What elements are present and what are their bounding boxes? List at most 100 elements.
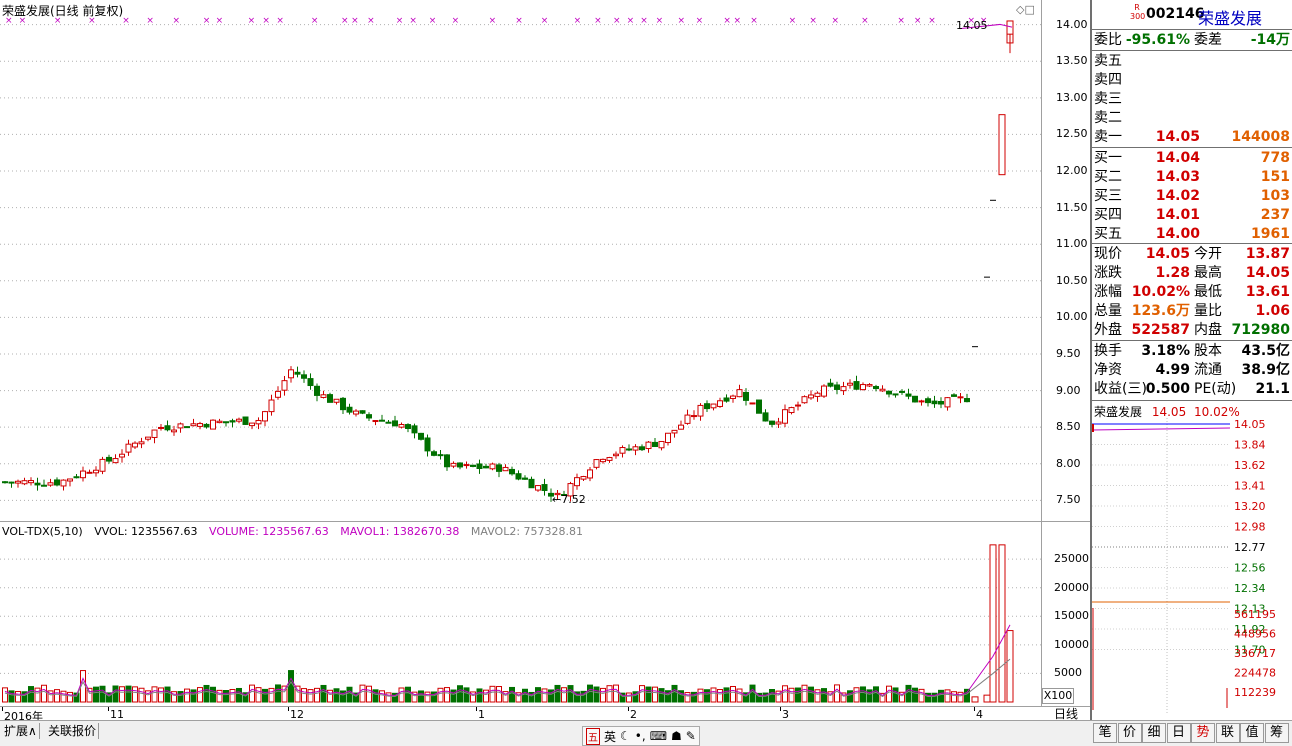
volume-bar bbox=[853, 687, 860, 703]
badge-bottom: 300 bbox=[1130, 12, 1146, 21]
volume-bar bbox=[67, 691, 73, 703]
candle bbox=[106, 456, 112, 462]
volume-bar bbox=[886, 685, 892, 703]
volume-bar bbox=[710, 687, 717, 703]
candle bbox=[665, 432, 671, 444]
candle bbox=[528, 478, 535, 489]
period-label[interactable]: 日线 bbox=[1042, 706, 1090, 721]
event-marker: × bbox=[341, 16, 349, 26]
volume-chart-panel[interactable] bbox=[0, 522, 1042, 706]
candle bbox=[600, 458, 606, 463]
candle bbox=[645, 441, 652, 450]
tab-related-quotes[interactable]: 关联报价 bbox=[46, 723, 100, 739]
wrench-icon[interactable]: ✎ bbox=[686, 729, 696, 743]
kline-chart[interactable]: × × × × × × × × × × × × × × × × × × × × × × × × × × × × × × × × × × × × × × × ×… bbox=[0, 0, 1042, 522]
candle bbox=[587, 469, 593, 479]
volume-bar bbox=[658, 688, 665, 703]
volume-bar bbox=[788, 687, 795, 703]
volume-bar bbox=[684, 692, 691, 703]
candle bbox=[931, 400, 938, 405]
tab-5[interactable]: 联 bbox=[1215, 723, 1240, 743]
event-marker: × bbox=[914, 16, 922, 26]
volume-bar bbox=[132, 686, 138, 703]
price-tick: 9.00 bbox=[1056, 383, 1081, 397]
maximize-icon[interactable]: □ bbox=[1024, 3, 1034, 16]
punctuation-icon[interactable]: •, bbox=[635, 729, 646, 743]
ime-english[interactable]: 英 bbox=[604, 728, 616, 745]
event-marker: × bbox=[574, 16, 582, 26]
candle bbox=[47, 482, 54, 486]
volume-bar bbox=[223, 690, 229, 703]
sell-label: 卖一 bbox=[1094, 129, 1122, 145]
volume-bar bbox=[561, 687, 567, 703]
tab-7[interactable]: 筹 bbox=[1264, 723, 1289, 743]
intraday-avg-line bbox=[1092, 427, 1231, 431]
candle bbox=[892, 393, 899, 396]
tab-3[interactable]: 日 bbox=[1166, 723, 1191, 743]
volume-bar bbox=[457, 685, 463, 703]
candle bbox=[229, 420, 236, 423]
buy-volume: 151 bbox=[1260, 169, 1290, 185]
kline-chart-panel[interactable]: × × × × × × × × × × × × × × × × × × × × × × × × × × × × × × × × × × × × × × × ×… bbox=[0, 0, 1042, 522]
candle bbox=[515, 473, 522, 480]
volume-bar bbox=[971, 696, 979, 703]
moon-icon[interactable]: ☾ bbox=[620, 729, 631, 743]
candle bbox=[678, 424, 684, 430]
sell-label: 卖二 bbox=[1094, 110, 1122, 126]
volume-bar bbox=[951, 691, 957, 703]
volume-bar bbox=[197, 687, 203, 703]
panel-controls[interactable]: ◇□ bbox=[1016, 3, 1035, 16]
volume-bar bbox=[736, 688, 743, 703]
event-marker: × bbox=[861, 16, 869, 26]
candle bbox=[652, 441, 658, 448]
candle bbox=[522, 477, 528, 480]
volume-bar bbox=[509, 686, 515, 703]
candle bbox=[775, 421, 782, 425]
volume-bar bbox=[28, 686, 34, 703]
ime-toolbar[interactable]: 五 英 ☾ •, ⌨ ☗ ✎ bbox=[582, 726, 700, 746]
volume-bar bbox=[346, 686, 353, 703]
keyboard-icon[interactable]: ⌨ bbox=[650, 729, 667, 743]
candle bbox=[808, 394, 814, 399]
candle bbox=[307, 378, 314, 387]
volume-bar bbox=[379, 690, 385, 703]
candle bbox=[424, 437, 431, 452]
tab-0[interactable]: 笔 bbox=[1093, 723, 1117, 743]
volume-bar bbox=[41, 684, 47, 703]
user-icon[interactable]: ☗ bbox=[671, 729, 682, 743]
mavol1-value: MAVOL1: 1382670.38 bbox=[340, 525, 460, 538]
fundamental-row: 收益(三) 0.500 PE(动) 21.1 bbox=[1092, 380, 1292, 399]
buy-price: 14.00 bbox=[1155, 226, 1200, 242]
volume-bar bbox=[405, 686, 411, 703]
volume-bar bbox=[444, 687, 450, 703]
candle bbox=[964, 398, 970, 403]
volume-tick: 25000 bbox=[1054, 552, 1089, 566]
candle bbox=[385, 421, 392, 424]
candle bbox=[249, 422, 255, 427]
volume-bar bbox=[463, 687, 470, 703]
tab-1[interactable]: 价 bbox=[1117, 723, 1142, 743]
volume-chart[interactable] bbox=[0, 522, 1042, 706]
event-marker: × bbox=[172, 16, 180, 26]
quote-value: 14.05 bbox=[1245, 265, 1290, 281]
candle bbox=[151, 429, 158, 438]
tab-2[interactable]: 细 bbox=[1142, 723, 1166, 743]
volume-bar bbox=[119, 686, 125, 703]
candle bbox=[483, 465, 489, 469]
volume-tick: 10000 bbox=[1054, 637, 1089, 651]
tab-expand[interactable]: 扩展∧ bbox=[2, 723, 40, 739]
date-tick bbox=[108, 707, 109, 711]
quote-value: 123.6万 bbox=[1131, 303, 1190, 319]
event-marker: × bbox=[656, 16, 664, 26]
date-tick bbox=[780, 707, 781, 711]
intraday-price-tick: 13.62 bbox=[1234, 459, 1266, 472]
intraday-chart[interactable]: 14.05 13.84 13.62 13.41 13.20 12.98 12.77 12.56… bbox=[1092, 418, 1292, 714]
tab-4[interactable]: 势 bbox=[1191, 723, 1215, 743]
volume-bar bbox=[210, 686, 216, 703]
candle bbox=[73, 476, 80, 479]
volume-bar bbox=[671, 684, 678, 703]
tab-6[interactable]: 值 bbox=[1240, 723, 1264, 743]
ime-wubi[interactable]: 五 bbox=[586, 727, 600, 745]
candle bbox=[574, 477, 580, 487]
volume-bar bbox=[2, 687, 8, 703]
